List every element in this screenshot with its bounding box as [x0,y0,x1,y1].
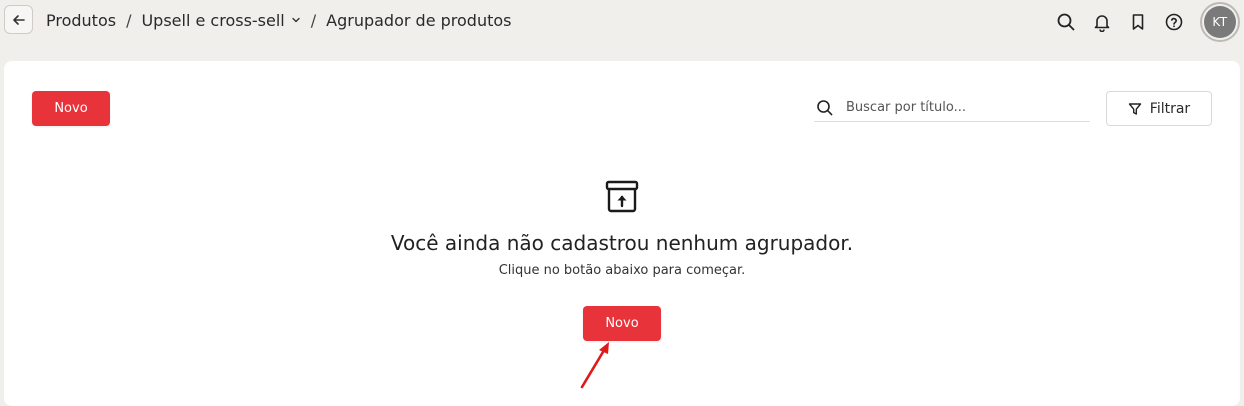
breadcrumb-produtos[interactable]: Produtos [46,11,116,30]
search-input[interactable] [846,100,1086,115]
top-actions: KT [1048,0,1244,44]
notifications-button[interactable] [1084,4,1120,40]
arrow-left-icon [12,14,25,25]
breadcrumb-upsell-dropdown[interactable]: Upsell e cross-sell [141,11,300,30]
annotation-arrow-icon [580,342,609,389]
search-button[interactable] [1048,4,1084,40]
help-button[interactable] [1156,4,1192,40]
search-icon [814,97,836,119]
breadcrumb-separator: / [126,10,132,30]
top-bar: Produtos / Upsell e cross-sell / Agrupad… [0,0,1244,44]
avatar: KT [1204,6,1236,38]
new-button[interactable]: Novo [32,91,110,126]
filter-button[interactable]: Filtrar [1106,91,1212,126]
empty-state: Você ainda não cadastrou nenhum agrupado… [4,177,1240,278]
empty-state-title: Você ainda não cadastrou nenhum agrupado… [390,231,854,255]
filter-label: Filtrar [1149,100,1191,117]
breadcrumb-current-page: Agrupador de produtos [326,10,512,30]
user-avatar-button[interactable]: KT [1200,2,1240,42]
back-button[interactable] [4,5,33,34]
archive-upload-icon [605,180,639,213]
search-bar [814,94,1090,122]
bookmarks-button[interactable] [1120,4,1156,40]
bell-icon [1094,15,1110,32]
empty-state-subtitle: Clique no botão abaixo para começar. [498,263,746,278]
breadcrumb: Produtos / Upsell e cross-sell / Agrupad… [46,9,511,31]
bookmark-icon [1132,14,1144,30]
help-icon [1165,13,1183,31]
search-icon [1057,13,1075,31]
breadcrumb-upsell-label: Upsell e cross-sell [141,10,285,30]
chevron-down-icon [292,17,300,23]
filter-icon [1128,102,1141,115]
content-card: Novo Filtrar Você ainda não cadastrou ne… [4,61,1240,406]
breadcrumb-separator: / [310,10,317,30]
empty-state-new-button[interactable]: Novo [583,306,661,341]
